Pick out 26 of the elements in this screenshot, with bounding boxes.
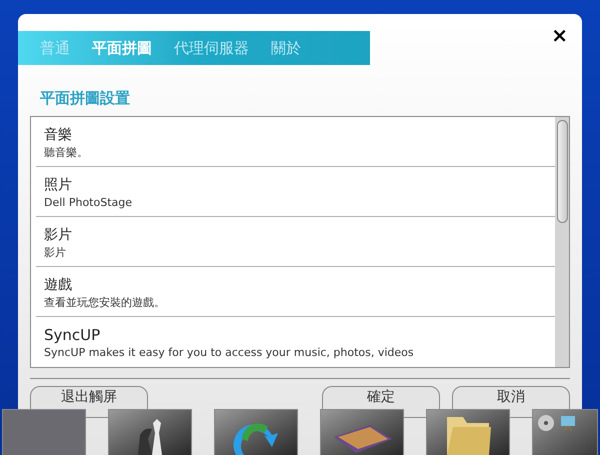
disc-icon [537, 414, 555, 432]
books-tile[interactable] [320, 409, 404, 455]
chess-tile[interactable] [108, 409, 192, 455]
item-title: 音樂 [44, 126, 73, 144]
tray-tile[interactable] [532, 409, 598, 455]
scrollbar-track[interactable] [555, 116, 569, 366]
item-description: 查看並玩您安裝的遊戲。 [44, 294, 166, 310]
easel-icon [559, 414, 577, 432]
item-title: 照片 [44, 176, 73, 194]
item-description: 影片 [44, 244, 67, 260]
list-item[interactable]: 影片 影片 [36, 216, 555, 266]
item-title: SyncUP [44, 324, 102, 344]
list-item[interactable]: 照片 Dell PhotoStage [36, 166, 555, 216]
list-item[interactable]: 遊戲 查看並玩您安裝的遊戲。 [36, 266, 555, 316]
close-button[interactable]: × [551, 25, 568, 45]
item-description: 聽音樂。 [44, 144, 89, 160]
sync-tile[interactable] [214, 409, 298, 455]
item-title: 影片 [44, 226, 73, 244]
folder-tile[interactable] [426, 409, 510, 455]
list-item[interactable]: 音樂 聽音樂。 [36, 116, 555, 166]
item-title: 遊戲 [44, 276, 73, 294]
item-description: SyncUP makes it easy for you to access your music, photos, videos [44, 344, 415, 360]
list-item[interactable]: SyncUP SyncUP makes it easy for you to access your music, photos, videos [36, 316, 555, 366]
section-title: 平面拼圖設置 [40, 88, 131, 109]
scrollbar-thumb[interactable] [556, 120, 568, 222]
item-description: Dell PhotoStage [44, 194, 134, 210]
